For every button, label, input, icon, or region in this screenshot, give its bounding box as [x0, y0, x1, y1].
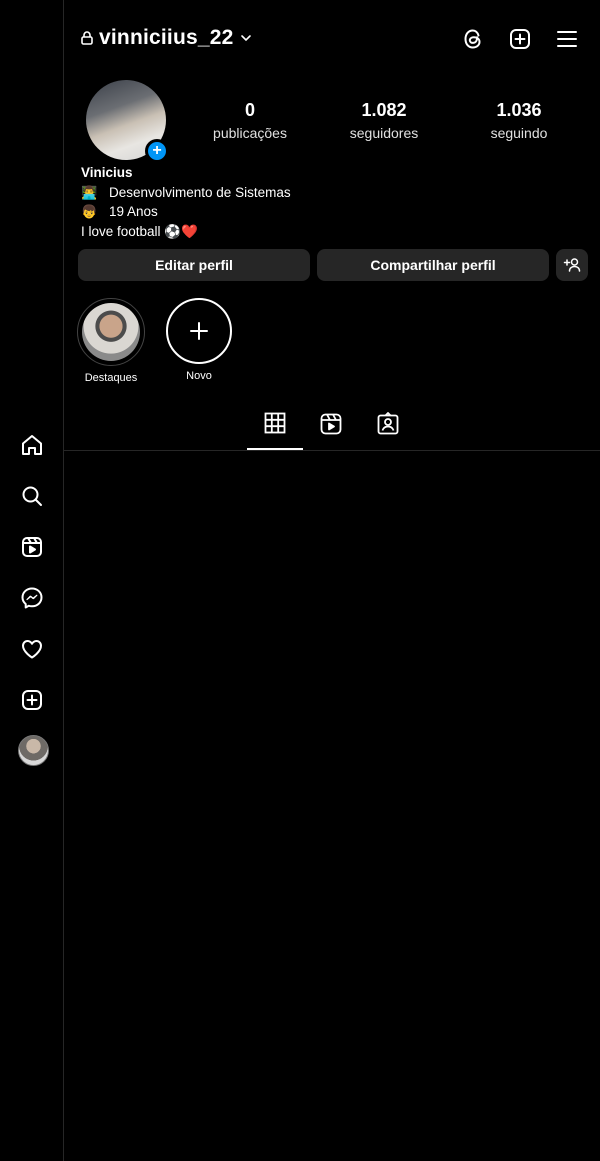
- search-icon[interactable]: [19, 483, 45, 509]
- highlight-label: Destaques: [84, 372, 138, 384]
- following-count: 1.036: [496, 100, 542, 120]
- bio-line: 👦 19 Anos: [81, 202, 291, 222]
- bio: Vinicius 👨‍💻 Desenvolvimento de Sistemas…: [81, 163, 291, 241]
- highlight-new[interactable]: Novo: [164, 298, 234, 382]
- chevron-down-icon: [240, 34, 252, 42]
- profile-name: Vinicius: [81, 165, 133, 180]
- tab-reels[interactable]: [303, 412, 359, 450]
- discover-people-button[interactable]: [556, 249, 588, 281]
- add-story-plus-icon[interactable]: +: [145, 139, 169, 163]
- stat-followers[interactable]: 1.082 seguidores: [339, 100, 429, 141]
- posts-label: publicações: [213, 125, 287, 141]
- new-highlight-circle: [166, 298, 232, 364]
- sidebar: [0, 0, 64, 1161]
- highlight-destaques[interactable]: Destaques: [76, 298, 146, 384]
- followers-count: 1.082: [361, 100, 407, 120]
- profile-avatar[interactable]: [18, 735, 49, 766]
- edit-profile-button[interactable]: Editar perfil: [78, 249, 310, 281]
- reels-tab-icon: [320, 413, 342, 435]
- grid-icon: [264, 412, 286, 434]
- profile-header: vinniciius_22: [64, 0, 600, 80]
- followers-label: seguidores: [349, 125, 419, 141]
- reels-icon[interactable]: [19, 534, 45, 560]
- bio-line: 👨‍💻 Desenvolvimento de Sistemas: [81, 183, 291, 203]
- tab-grid[interactable]: [247, 412, 303, 450]
- stat-posts[interactable]: 0 publicações: [205, 100, 295, 141]
- boy-emoji-icon: 👦: [81, 204, 98, 219]
- profile-picture[interactable]: +: [86, 80, 169, 163]
- messenger-icon[interactable]: [19, 585, 45, 611]
- username: vinniciius_22: [99, 26, 234, 49]
- technologist-emoji-icon: 👨‍💻: [81, 184, 98, 200]
- plus-icon: [190, 322, 208, 340]
- highlight-label: Novo: [186, 370, 212, 382]
- lock-icon: [81, 31, 93, 45]
- share-profile-button[interactable]: Compartilhar perfil: [317, 249, 549, 281]
- highlight-cover: [77, 298, 145, 366]
- following-label: seguindo: [490, 125, 548, 141]
- tab-tagged[interactable]: [360, 412, 416, 450]
- create-icon[interactable]: [19, 687, 45, 713]
- highlight-image: [82, 303, 140, 361]
- threads-icon[interactable]: [460, 26, 486, 52]
- home-icon[interactable]: [19, 432, 45, 458]
- account-switcher[interactable]: vinniciius_22: [81, 26, 252, 50]
- menu-icon[interactable]: [554, 26, 580, 52]
- add-person-icon: [563, 258, 581, 272]
- bio-text: 19 Anos: [109, 204, 158, 219]
- content-tabs: [64, 408, 600, 451]
- stat-following[interactable]: 1.036 seguindo: [474, 100, 564, 141]
- heart-icon[interactable]: [19, 636, 45, 662]
- posts-count: 0: [244, 100, 255, 120]
- bio-text: Desenvolvimento de Sistemas: [109, 184, 291, 200]
- tagged-icon: [377, 412, 399, 435]
- plus-square-icon[interactable]: [507, 26, 533, 52]
- bio-last-line: I love football ⚽❤️: [81, 223, 198, 239]
